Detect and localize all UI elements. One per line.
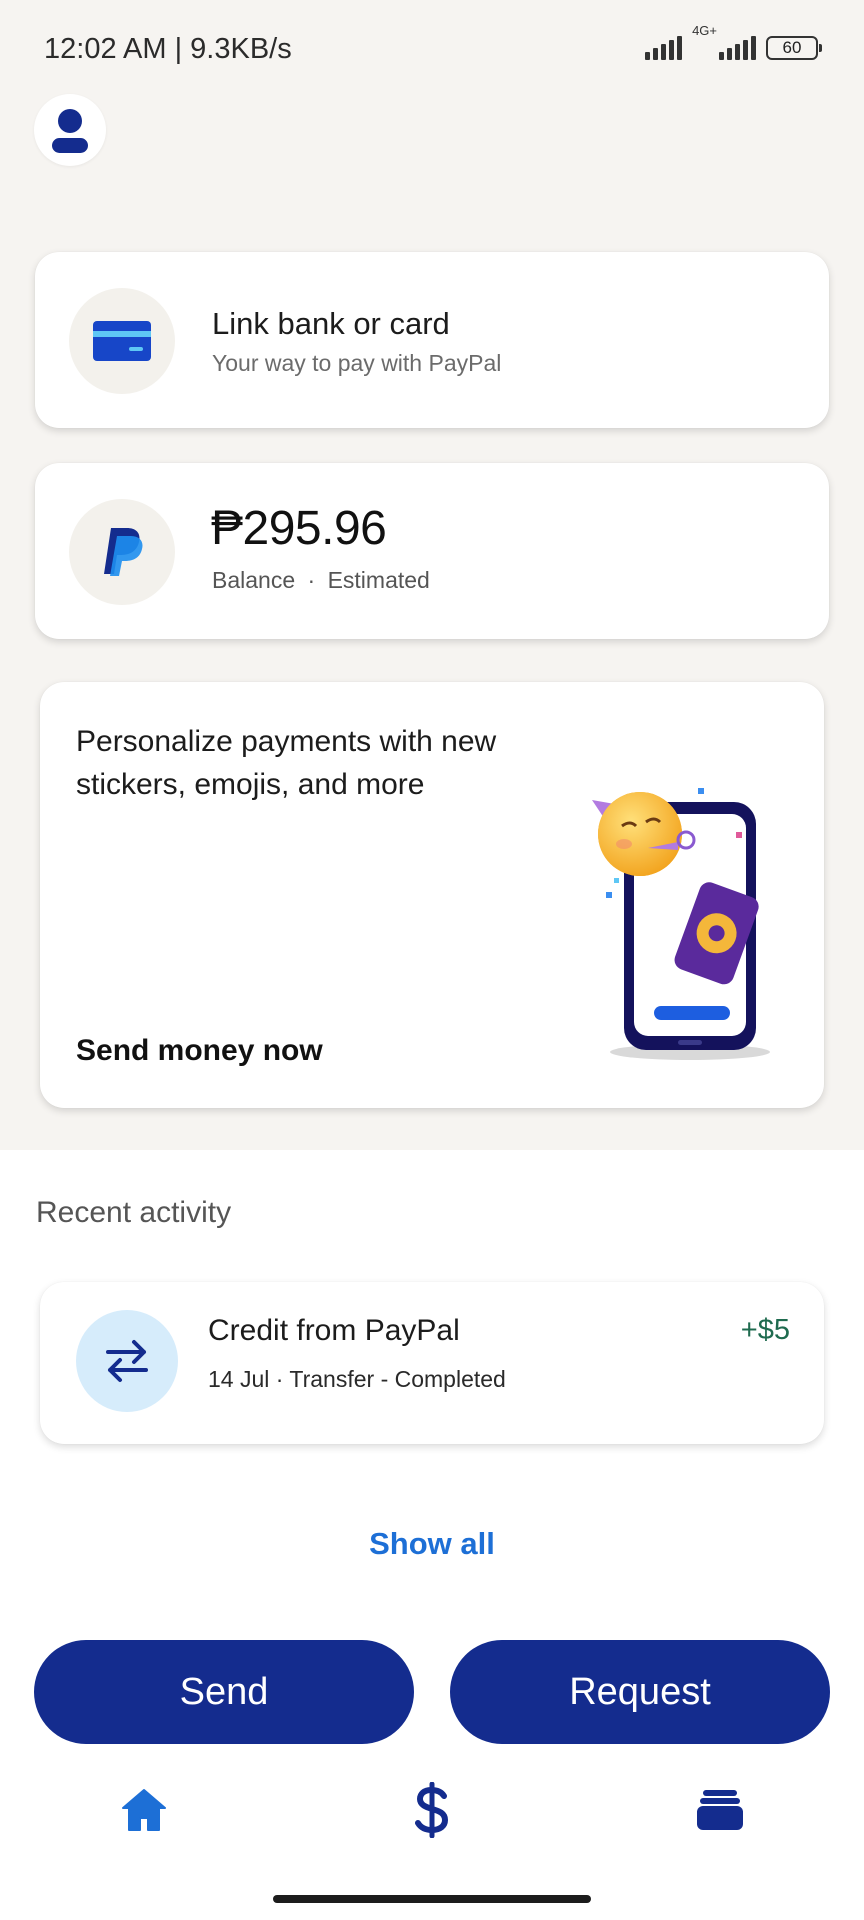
signal-icon (645, 32, 683, 60)
paypal-logo-icon (104, 528, 143, 576)
balance-note: Estimated (327, 567, 430, 593)
nav-home[interactable] (114, 1780, 174, 1840)
activity-icon-bg (76, 1310, 178, 1412)
balance-card[interactable]: ₱295.96 Balance · Estimated (35, 463, 829, 639)
home-indicator[interactable] (273, 1895, 591, 1903)
credit-card-icon (93, 321, 151, 361)
send-money-now-link[interactable]: Send money now (76, 1034, 323, 1068)
recent-activity-heading: Recent activity (36, 1196, 232, 1229)
bottom-nav (0, 1780, 864, 1870)
link-card-title: Link bank or card (212, 306, 450, 341)
status-bar: 12:02 AM | 9.3KB/s 4G+ 60 (0, 0, 864, 100)
phone-sticker-illustration (592, 788, 770, 1060)
request-button[interactable]: Request (450, 1640, 830, 1744)
balance-amount: ₱295.96 (211, 502, 387, 555)
person-icon (52, 109, 88, 153)
network-type: 4G+ (692, 23, 717, 38)
activity-amount: +$5 (740, 1314, 790, 1346)
show-all-link[interactable]: Show all (0, 1526, 864, 1562)
activity-title: Credit from PayPal (208, 1314, 460, 1347)
balance-label-row: Balance · Estimated (212, 567, 430, 594)
balance-label: Balance (212, 567, 296, 593)
promo-text: Personalize payments with new stickers, … (76, 725, 497, 801)
signal-icon-2 (719, 32, 756, 60)
link-card-icon-bg (69, 288, 175, 394)
link-card-subtitle: Your way to pay with PayPal (212, 350, 502, 376)
wallet-icon (697, 1790, 743, 1830)
home-icon (122, 1789, 166, 1831)
nav-payments[interactable] (402, 1780, 462, 1840)
promo-card[interactable]: Personalize payments with new stickers, … (40, 682, 824, 1108)
balance-icon-bg (69, 499, 175, 605)
transfer-arrows-icon (106, 1340, 148, 1382)
profile-avatar[interactable] (34, 94, 106, 166)
balance-separator: · (307, 567, 316, 593)
battery-icon: 60 (766, 36, 822, 60)
status-time: 12:02 AM | 9.3KB/s (44, 33, 292, 65)
activity-row[interactable]: Credit from PayPal 14 Jul · Transfer - C… (40, 1282, 824, 1444)
link-bank-card[interactable]: Link bank or card Your way to pay with P… (35, 252, 829, 428)
send-button[interactable]: Send (34, 1640, 414, 1744)
activity-details: 14 Jul · Transfer - Completed (208, 1366, 506, 1392)
status-icons: 4G+ 60 (645, 23, 822, 60)
dollar-icon (415, 1782, 449, 1838)
nav-wallet[interactable] (690, 1780, 750, 1840)
